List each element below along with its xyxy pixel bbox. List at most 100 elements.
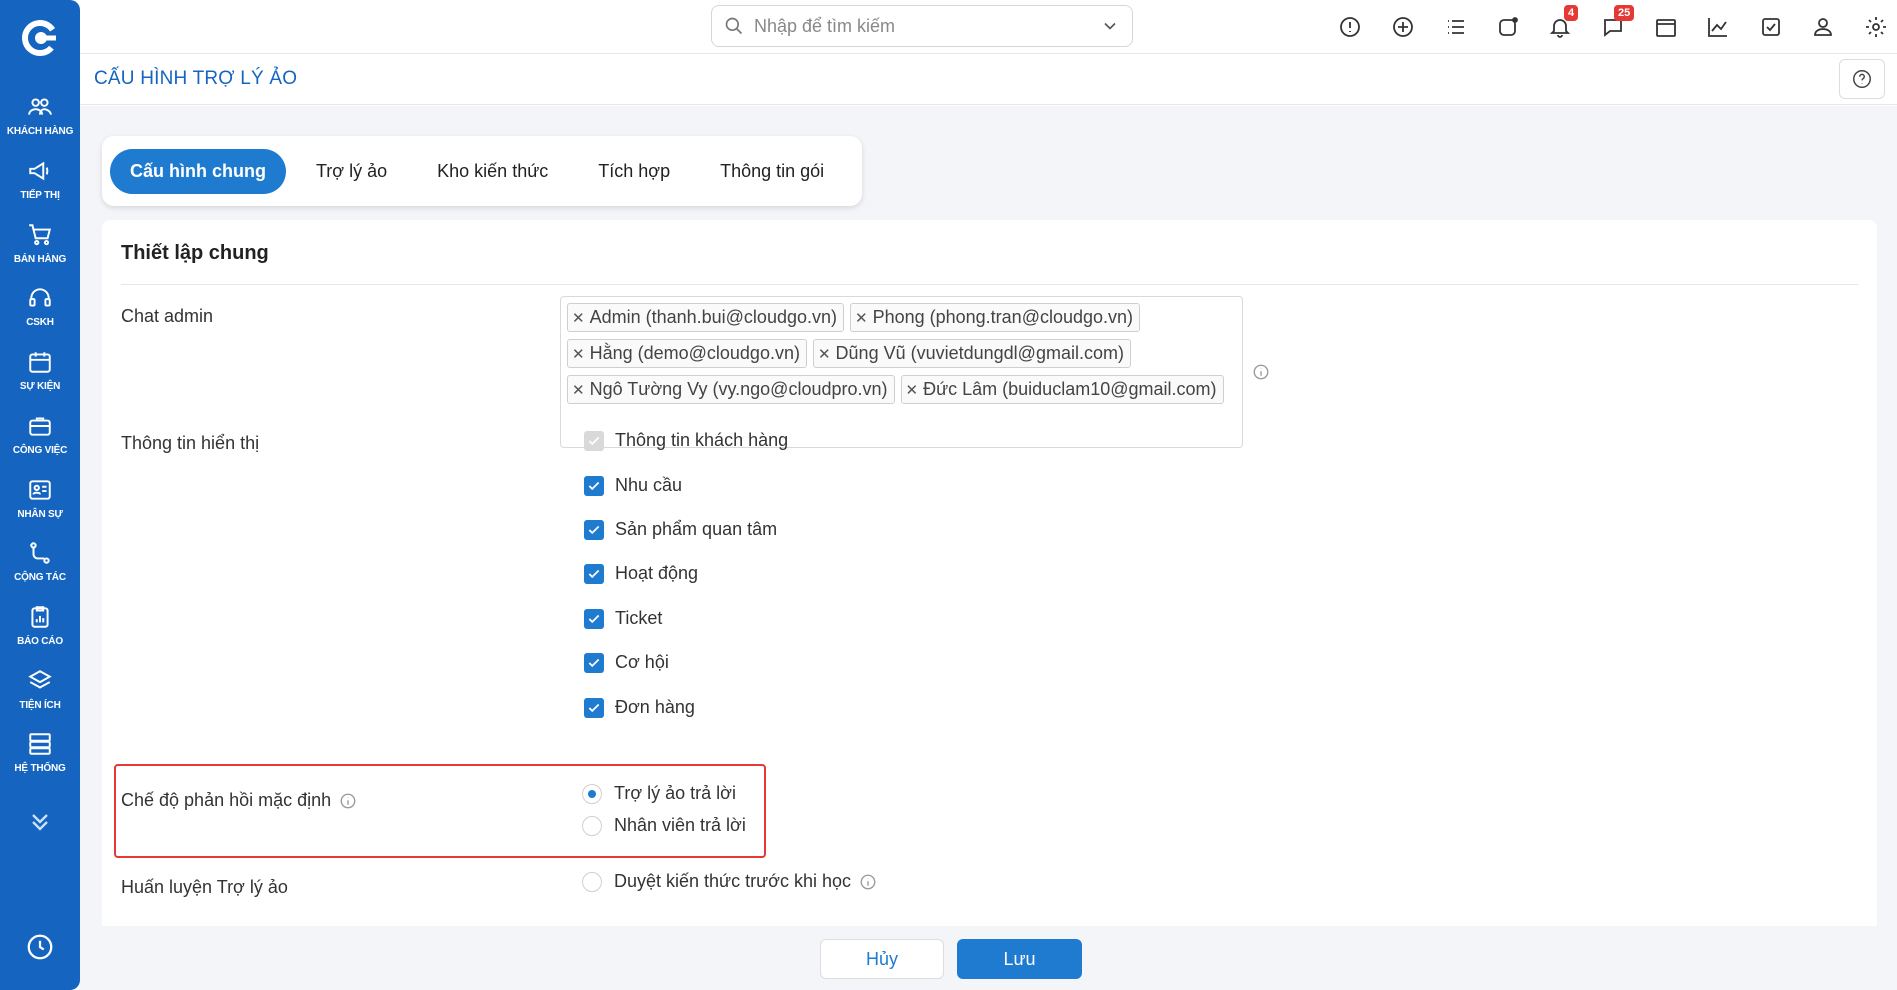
layers-icon <box>28 670 52 689</box>
save-button[interactable]: Lưu <box>957 939 1082 979</box>
sidebar-item-marketing[interactable]: TIẾP THỊ <box>0 158 80 216</box>
radio-button[interactable] <box>582 783 602 804</box>
admin-tag-label: Phong (phong.tran@cloudgo.vn) <box>872 307 1134 327</box>
admin-tag: ✕ Phong (phong.tran@cloudgo.vn) <box>850 303 1141 332</box>
top-bar: 4 25 <box>80 0 1897 54</box>
chat-icon[interactable]: 25 <box>1599 5 1635 41</box>
tab-virtual-assistant[interactable]: Trợ lý ảo <box>296 149 407 194</box>
chevron-down-icon[interactable] <box>1100 16 1120 36</box>
reply-mode-label-text: Chế độ phản hồi mặc định <box>121 790 332 810</box>
tab-package-info[interactable]: Thông tin gói <box>700 149 844 194</box>
page-title: CẤU HÌNH TRỢ LÝ ẢO <box>94 68 298 89</box>
checkbox-label: Cơ hội <box>615 652 669 672</box>
admin-tag-label: Đức Lâm (buiduclam10@gmail.com) <box>923 379 1217 399</box>
display-option-products: Sản phẩm quan tâm <box>584 519 777 540</box>
display-info-label: Thông tin hiển thị <box>121 433 260 453</box>
sidebar-item-customer-care[interactable]: CSKH <box>0 285 80 343</box>
admin-tag-label: Ngô Tường Vy (vy.ngo@cloudpro.vn) <box>589 379 888 399</box>
training-label: Huấn luyện Trợ lý ảo <box>121 877 288 897</box>
tab-general-config[interactable]: Cấu hình chung <box>110 148 286 194</box>
add-icon[interactable] <box>1389 13 1417 41</box>
checkbox[interactable] <box>584 608 604 629</box>
checkbox[interactable] <box>584 430 604 451</box>
trend-chart-icon[interactable] <box>1704 13 1732 41</box>
notification-badge: 4 <box>1564 5 1579 21</box>
checkbox-label: Sản phẩm quan tâm <box>615 519 778 539</box>
info-icon[interactable] <box>859 873 877 891</box>
training-option: Duyệt kiến thức trước khi học <box>582 871 877 892</box>
radio-label: Trợ lý ảo trả lời <box>614 783 736 803</box>
radio-button[interactable] <box>582 871 602 892</box>
admin-tag: ✕ Hằng (demo@cloudgo.vn) <box>567 339 807 368</box>
chat-admin-select[interactable]: ✕ Admin (thanh.bui@cloudgo.vn) ✕ Phong (ph… <box>560 296 1243 448</box>
sidebar-item-collaboration[interactable]: CỘNG TÁC <box>0 540 80 598</box>
remove-tag-icon[interactable]: ✕ <box>572 381 585 399</box>
question-icon <box>1853 70 1871 88</box>
list-icon[interactable] <box>1442 13 1470 41</box>
tab-integration[interactable]: Tích hợp <box>578 149 690 194</box>
checkbox[interactable] <box>584 519 604 540</box>
chevrons-down-icon[interactable] <box>26 808 54 836</box>
gear-icon[interactable] <box>1862 13 1890 41</box>
alert-icon[interactable] <box>1336 13 1364 41</box>
info-icon[interactable] <box>1252 363 1270 381</box>
checkbox[interactable] <box>584 697 604 718</box>
sidebar-item-tasks[interactable]: CÔNG VIỆC <box>0 413 80 471</box>
display-option-customer-info: Thông tin khách hàng <box>584 430 788 451</box>
checkbox[interactable] <box>584 563 604 584</box>
window-icon[interactable] <box>1494 13 1522 41</box>
sidebar-item-utilities[interactable]: TIỆN ÍCH <box>0 668 80 726</box>
remove-tag-icon[interactable]: ✕ <box>572 345 585 363</box>
sidebar-item-events[interactable]: SỰ KIỆN <box>0 349 80 407</box>
admin-tag-label: Dũng Vũ (vuvietdungdl@gmail.com) <box>835 343 1124 363</box>
sidebar-item-hr[interactable]: NHÂN SỰ <box>0 477 80 535</box>
sidebar-item-sales[interactable]: BÁN HÀNG <box>0 222 80 280</box>
general-settings-card: Thiết lập chung Chat admin ✕ Admin (thanh… <box>102 220 1877 940</box>
checkbox[interactable] <box>584 475 604 496</box>
divider <box>121 284 1858 285</box>
checkbox-label: Đơn hàng <box>615 697 695 717</box>
message-badge: 25 <box>1614 5 1635 21</box>
remove-tag-icon[interactable]: ✕ <box>818 345 831 363</box>
sidebar-item-label: CÔNG VIỆC <box>12 445 68 456</box>
sidebar-item-customers[interactable]: KHÁCH HÀNG <box>0 94 80 152</box>
remove-tag-icon[interactable]: ✕ <box>572 309 585 327</box>
display-option-orders: Đơn hàng <box>584 697 695 718</box>
calendar-icon[interactable] <box>1652 13 1680 41</box>
remove-tag-icon[interactable]: ✕ <box>906 381 919 399</box>
bell-icon[interactable]: 4 <box>1546 5 1579 41</box>
highlight-box <box>114 764 766 858</box>
cart-icon <box>29 224 51 246</box>
reply-mode-staff: Nhân viên trả lời <box>582 815 746 836</box>
tab-knowledge-base[interactable]: Kho kiến thức <box>417 149 568 194</box>
user-icon[interactable] <box>1809 13 1837 41</box>
sidebar-item-reports[interactable]: BÁO CÁO <box>0 604 80 662</box>
radio-button[interactable] <box>582 815 602 836</box>
clock-icon[interactable] <box>25 932 55 962</box>
search-box[interactable] <box>711 5 1133 47</box>
sidebar-item-label: BÁN HÀNG <box>13 254 67 265</box>
admin-tag: ✕ Admin (thanh.bui@cloudgo.vn) <box>567 303 844 332</box>
checkbox-label: Ticket <box>615 608 663 628</box>
sidebar-item-label: BÁO CÁO <box>17 636 63 647</box>
checkbox[interactable] <box>584 652 604 673</box>
help-button[interactable] <box>1839 59 1885 99</box>
checkbox-label: Nhu cầu <box>615 475 683 495</box>
search-input[interactable] <box>754 15 1100 37</box>
admin-tag-label: Hằng (demo@cloudgo.vn) <box>589 343 800 363</box>
checkbox-label: Hoạt động <box>615 563 699 583</box>
sidebar-item-system[interactable]: HỆ THỐNG <box>0 731 80 789</box>
cancel-button[interactable]: Hủy <box>820 939 944 979</box>
task-check-icon[interactable] <box>1757 13 1785 41</box>
sidebar-item-label: TIỆN ÍCH <box>19 700 61 711</box>
radio-label: Nhân viên trả lời <box>614 815 746 835</box>
sidebar-item-label: CỘNG TÁC <box>14 572 66 583</box>
info-icon[interactable] <box>339 792 357 810</box>
id-card-icon <box>29 480 51 500</box>
reply-mode-assistant: Trợ lý ảo trả lời <box>582 783 736 804</box>
cloudgo-logo-icon[interactable] <box>20 18 60 58</box>
remove-tag-icon[interactable]: ✕ <box>855 309 868 327</box>
sidebar-item-label: TIẾP THỊ <box>20 190 60 201</box>
page-header: CẤU HÌNH TRỢ LÝ ẢO <box>80 55 1897 105</box>
server-icon <box>29 733 51 755</box>
